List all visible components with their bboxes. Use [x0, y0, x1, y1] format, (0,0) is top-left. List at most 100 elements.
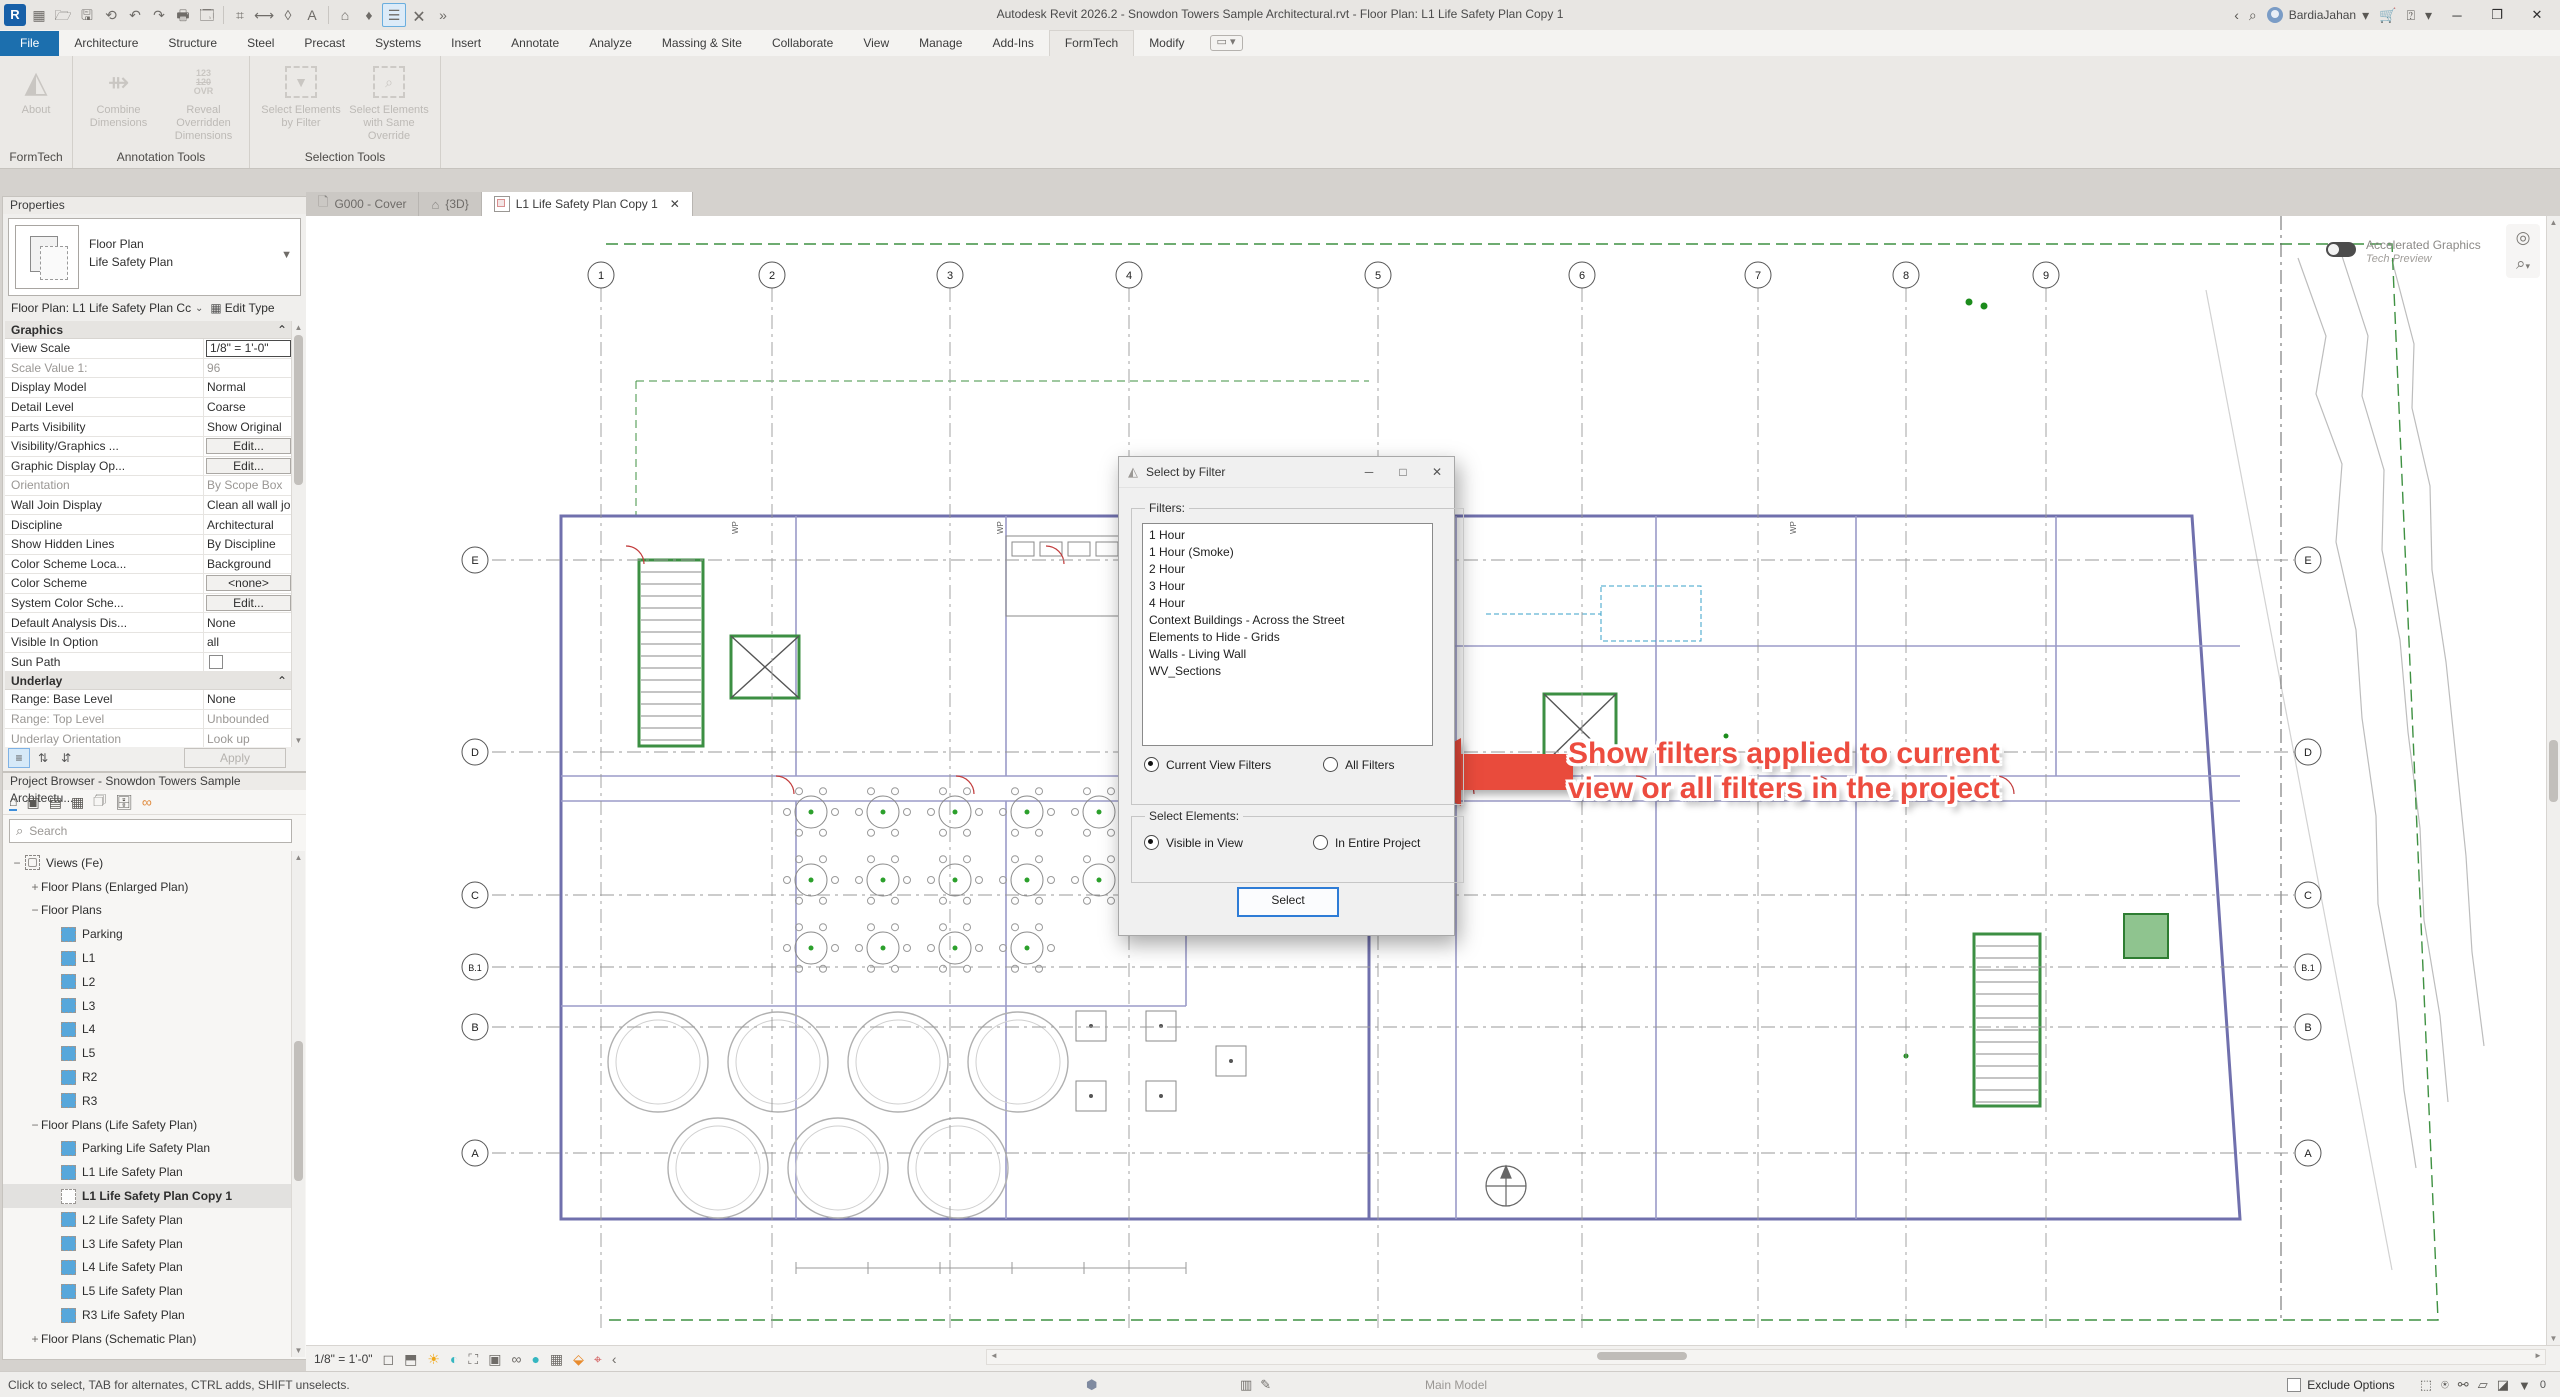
tree-item-l5-life-safety-plan[interactable]: L5 Life Safety Plan: [3, 1279, 291, 1303]
select-underlay-icon[interactable]: ▱: [2478, 1377, 2488, 1393]
app-store-cart-icon[interactable]: 🛒: [2379, 7, 2396, 24]
view-scale-control[interactable]: 1/8" = 1'-0": [314, 1352, 373, 1366]
displacement-icon[interactable]: ⬙: [573, 1351, 584, 1368]
close-button[interactable]: ✕: [2522, 7, 2552, 23]
apply-button[interactable]: Apply: [184, 748, 286, 768]
select-elements-with-same-override-button[interactable]: ⌕Select Elementswith Same Override: [346, 60, 432, 143]
tree-item-l1-life-safety-plan[interactable]: L1 Life Safety Plan: [3, 1160, 291, 1184]
tree-item-r3[interactable]: R3: [3, 1089, 291, 1113]
property-value[interactable]: Background: [204, 557, 293, 571]
filter-item-walls-living-wall[interactable]: Walls - Living Wall: [1143, 646, 1432, 663]
tree-item-r2[interactable]: R2: [3, 1065, 291, 1089]
section-header-graphics[interactable]: Graphics⌃: [5, 321, 293, 339]
tree-item-floor-plans[interactable]: −Floor Plans: [3, 899, 291, 923]
close-view-icon[interactable]: ✕: [670, 197, 680, 211]
selection-filter-icon[interactable]: ▼: [2518, 1378, 2531, 1393]
property-value[interactable]: Edit...: [206, 438, 291, 454]
shadows-toggle-icon[interactable]: ◐: [450, 1351, 458, 1367]
help-chevron-icon[interactable]: ▾: [2425, 7, 2432, 24]
sun-path-checkbox[interactable]: [209, 655, 223, 669]
tree-item-parking-life-safety-plan[interactable]: Parking Life Safety Plan: [3, 1137, 291, 1161]
radio-current-view-filters[interactable]: Current View Filters: [1144, 757, 1271, 772]
property-value[interactable]: Unbounded: [204, 712, 293, 726]
tree-item-r3-life-safety-plan[interactable]: R3 Life Safety Plan: [3, 1303, 291, 1327]
browser-search-box[interactable]: ⌕ Search: [9, 819, 292, 843]
temporary-hide-isolate-icon[interactable]: ●: [531, 1351, 539, 1367]
tree-item-l1-life-safety-plan-copy-1[interactable]: L1 Life Safety Plan Copy 1: [3, 1184, 291, 1208]
view-tab-l1-life-safety-plan-copy-1[interactable]: L1 Life Safety Plan Copy 1✕: [482, 192, 693, 216]
property-value[interactable]: Look up: [204, 732, 293, 746]
redo-icon[interactable]: ↷: [148, 4, 170, 26]
filter-item-3-hour[interactable]: 3 Hour: [1143, 578, 1432, 595]
reveal-hidden-elements-icon[interactable]: ∞: [511, 1351, 521, 1367]
tree-item-l4[interactable]: L4: [3, 1018, 291, 1042]
transfer-icon[interactable]: 🗔: [196, 4, 218, 26]
section-icon[interactable]: ♦: [358, 4, 380, 26]
view-tab-g000-cover[interactable]: 🗋G000 - Cover: [306, 192, 419, 216]
sun-settings-icon[interactable]: ☀: [427, 1351, 440, 1368]
revit-logo-icon[interactable]: R: [4, 4, 26, 26]
browser-legends-icon[interactable]: ▤: [49, 794, 62, 811]
filter-item-2-hour[interactable]: 2 Hour: [1143, 561, 1432, 578]
reveal-constraints-icon[interactable]: ⌖: [594, 1351, 602, 1368]
browser-groups-icon[interactable]: 🗄: [115, 794, 133, 811]
property-value[interactable]: [204, 655, 293, 669]
property-value[interactable]: By Scope Box: [204, 478, 293, 492]
ribbon-tab-annotate[interactable]: Annotate: [496, 31, 574, 56]
help-icon[interactable]: ⍰: [2407, 7, 2415, 24]
property-value[interactable]: 1/8" = 1'-0": [206, 340, 291, 357]
property-value[interactable]: By Discipline: [204, 537, 293, 551]
tag-icon[interactable]: ◊: [277, 4, 299, 26]
ribbon-tab-manage[interactable]: Manage: [904, 31, 977, 56]
sync-icon[interactable]: ⟲: [100, 4, 122, 26]
steering-wheel-icon[interactable]: ◎: [2516, 228, 2531, 248]
tree-item-views-fe[interactable]: −Views (Fe): [3, 851, 291, 875]
ribbon-tab-add-ins[interactable]: Add-Ins: [977, 31, 1048, 56]
browser-sheets-icon[interactable]: 🗇: [93, 790, 106, 814]
ribbon-tab-precast[interactable]: Precast: [289, 31, 360, 56]
edit-type-button[interactable]: Edit Type: [225, 301, 275, 315]
filter-item-elements-to-hide-grids[interactable]: Elements to Hide - Grids: [1143, 629, 1432, 646]
minimize-button[interactable]: ─: [2442, 8, 2472, 23]
ui-panels-icon[interactable]: ▦: [28, 4, 50, 26]
properties-header[interactable]: Properties: [3, 197, 306, 214]
active-workset-label[interactable]: Main Model: [1425, 1378, 1487, 1392]
restore-button[interactable]: ❐: [2482, 7, 2512, 23]
section-header-underlay[interactable]: Underlay⌃: [5, 672, 293, 690]
radio-in-entire-project[interactable]: In Entire Project: [1313, 835, 1420, 850]
select-pinned-icon[interactable]: ⍟: [2441, 1377, 2449, 1393]
tree-item-l2[interactable]: L2: [3, 970, 291, 994]
select-by-face-icon[interactable]: ◪: [2497, 1377, 2509, 1393]
tree-item-l1[interactable]: L1: [3, 946, 291, 970]
browser-views-icon[interactable]: ▣: [26, 794, 39, 811]
browser-scrollbar[interactable]: ▲ ▼: [291, 851, 305, 1357]
sort-za-icon[interactable]: ⇵: [56, 749, 76, 767]
collapse-chevron-icon[interactable]: ‹: [2234, 7, 2239, 23]
zoom-tool-icon[interactable]: ⌕▾: [2516, 254, 2530, 274]
ribbon-tab-collaborate[interactable]: Collaborate: [757, 31, 848, 56]
property-value[interactable]: Architectural: [204, 518, 293, 532]
drag-on-selection-icon[interactable]: ⬚: [2420, 1377, 2432, 1393]
ribbon-tab-view[interactable]: View: [848, 31, 904, 56]
sort-az-icon[interactable]: ⇅: [33, 749, 53, 767]
ribbon-collapse-icon[interactable]: ▭ ▾: [1210, 35, 1243, 51]
tree-item-l3-life-safety-plan[interactable]: L3 Life Safety Plan: [3, 1232, 291, 1256]
instance-chevron-icon[interactable]: ⌄: [195, 303, 203, 314]
dialog-maximize-button[interactable]: □: [1386, 465, 1420, 479]
dialog-minimize-button[interactable]: ─: [1352, 465, 1386, 479]
select-links-icon[interactable]: ⚯: [2458, 1377, 2469, 1393]
exclude-options-checkbox[interactable]: [2287, 1378, 2301, 1392]
property-value[interactable]: Show Original: [204, 420, 293, 434]
property-value[interactable]: Coarse: [204, 400, 293, 414]
property-value[interactable]: Clean all wall joins: [204, 498, 293, 512]
tree-item-l2-life-safety-plan[interactable]: L2 Life Safety Plan: [3, 1208, 291, 1232]
ribbon-tab-insert[interactable]: Insert: [436, 31, 496, 56]
canvas-vertical-scrollbar[interactable]: ▲ ▼: [2546, 216, 2560, 1345]
select-button[interactable]: Select: [1237, 887, 1339, 917]
property-value[interactable]: Edit...: [206, 595, 291, 611]
search-icon[interactable]: ⌕: [2249, 7, 2257, 24]
filter-item-context-buildings-across-the-street[interactable]: Context Buildings - Across the Street: [1143, 612, 1432, 629]
close-inactive-views-icon[interactable]: 🗙: [408, 4, 430, 26]
filter-item-1-hour-smoke[interactable]: 1 Hour (Smoke): [1143, 544, 1432, 561]
qat-overflow-icon[interactable]: »: [432, 4, 454, 26]
